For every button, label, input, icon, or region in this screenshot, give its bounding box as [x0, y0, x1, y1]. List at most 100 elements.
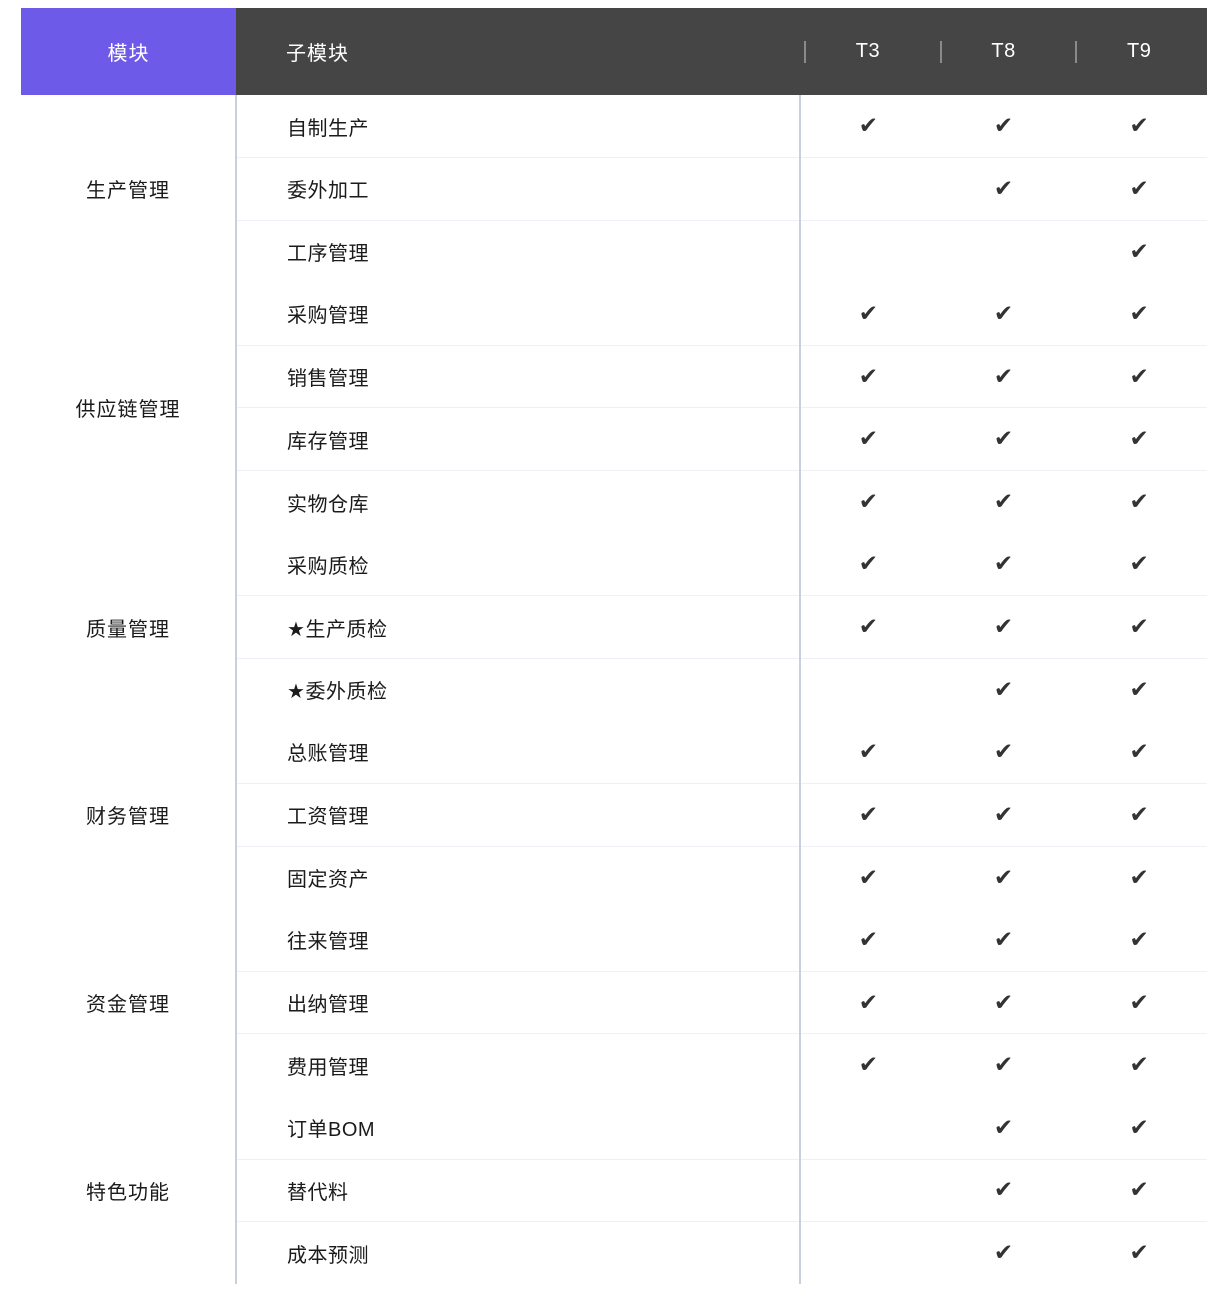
support-cell-t3	[799, 220, 936, 283]
table-row: 特色功能 订单BOM ✔ ✔	[21, 1096, 1207, 1285]
check-icon: ✔	[1129, 1177, 1149, 1204]
support-cell-t9: ✔	[1071, 95, 1207, 159]
support-cell-t3: ✔	[799, 95, 936, 159]
support-cell-t3	[799, 1159, 936, 1223]
support-cell-t3: ✔	[799, 407, 936, 472]
header-divider-icon	[804, 40, 807, 63]
table-row: 供应链管理 采购管理 ✔ ✔ ✔	[21, 282, 1207, 534]
support-cell-t3	[799, 1221, 936, 1285]
support-cell-t9: ✔	[1071, 1159, 1207, 1223]
support-cell-t8: ✔	[936, 658, 1072, 721]
support-cell-t3: ✔	[799, 846, 936, 909]
module-cell: 特色功能	[21, 1096, 238, 1285]
column-header-t3-label: T3	[855, 40, 881, 62]
column-header-t8-label: T8	[991, 40, 1016, 62]
check-icon: ✔	[858, 926, 879, 953]
submodule-cell: 费用管理	[287, 1056, 370, 1079]
support-cell-t8: ✔	[935, 282, 1072, 346]
check-icon: ✔	[1129, 801, 1149, 828]
check-icon: ✔	[858, 614, 879, 641]
support-cell-t3: ✔	[799, 720, 936, 785]
support-cell-t9: ✔	[1071, 533, 1207, 597]
support-cell-t8: ✔	[936, 1034, 1072, 1097]
check-icon: ✔	[1129, 551, 1149, 578]
support-cell-t8: ✔	[935, 1096, 1072, 1160]
support-cell-t9: ✔	[1071, 908, 1207, 972]
support-cell-t8: ✔	[936, 846, 1072, 909]
check-icon: ✔	[993, 1177, 1014, 1204]
check-icon: ✔	[1129, 1240, 1149, 1267]
table-row: 质量管理 采购质检 ✔ ✔ ✔	[21, 533, 1207, 721]
table-body: 生产管理 自制生产 ✔ ✔ ✔ 委外加工 ✔ ✔ 工序管理 ✔ 供应链管理 采购管理 ✔ ✔ ✔ 销售管理 ✔ ✔…	[21, 95, 1207, 1285]
column-header-submodule: 子模块	[236, 8, 801, 95]
support-cell-t9: ✔	[1071, 1034, 1207, 1097]
check-icon: ✔	[1129, 489, 1149, 516]
check-icon: ✔	[993, 175, 1014, 202]
check-icon: ✔	[1129, 426, 1149, 453]
support-cell-t9: ✔	[1071, 783, 1207, 847]
support-cell-t3: ✔	[799, 1033, 936, 1097]
check-icon: ✔	[993, 363, 1014, 390]
check-icon: ✔	[858, 489, 879, 516]
submodule-cell: ★生产质检	[236, 595, 801, 659]
support-cell-t3: ✔	[799, 783, 936, 847]
check-icon: ✔	[993, 926, 1014, 953]
support-cell-t3	[799, 658, 936, 721]
support-cell-t3: ✔	[799, 908, 936, 972]
check-icon: ✔	[1129, 676, 1149, 703]
support-cell-t8: ✔	[935, 908, 1072, 972]
submodule-cell: 往来管理	[236, 908, 801, 972]
module-cell: 生产管理	[21, 95, 238, 283]
support-cell-t8: ✔	[935, 1159, 1072, 1223]
module-cell: 质量管理	[21, 533, 238, 721]
check-icon: ✔	[858, 864, 879, 891]
submodule-cell: 替代料	[236, 1159, 801, 1223]
support-cell-t8: ✔	[935, 783, 1072, 847]
check-icon: ✔	[858, 989, 879, 1016]
column-header-t9: T9	[1071, 8, 1207, 95]
check-icon: ✔	[1129, 864, 1149, 891]
column-header-t3: T3	[800, 8, 936, 95]
submodule-cell: 销售管理	[236, 345, 801, 409]
submodule-cell: 采购质检	[236, 533, 801, 597]
check-icon: ✔	[1129, 175, 1149, 202]
submodule-cell: 总账管理	[236, 720, 801, 785]
check-icon: ✔	[1129, 363, 1149, 390]
support-cell-t9: ✔	[1071, 345, 1207, 409]
check-icon: ✔	[993, 489, 1014, 516]
submodule-cell: 实物仓库	[287, 493, 370, 516]
support-cell-t8: ✔	[936, 471, 1072, 534]
support-cell-t9: ✔	[1071, 595, 1207, 659]
check-icon: ✔	[993, 801, 1014, 828]
support-cell-t8: ✔	[935, 595, 1072, 659]
check-icon: ✔	[993, 989, 1014, 1016]
support-cell-t3	[799, 157, 936, 221]
support-cell-t8: ✔	[935, 533, 1072, 597]
check-icon: ✔	[993, 426, 1014, 453]
support-cell-t9: ✔	[1071, 971, 1207, 1035]
support-cell-t8: ✔	[935, 157, 1072, 221]
check-icon: ✔	[993, 300, 1014, 327]
check-icon: ✔	[993, 614, 1014, 641]
check-icon: ✔	[858, 426, 879, 453]
support-cell-t3: ✔	[799, 345, 936, 409]
check-icon: ✔	[858, 363, 879, 390]
feature-comparison-table: 模块 子模块 T3 T8 T9 生产管理 自制生产 ✔ ✔ ✔ 委外加工 ✔ ✔ 工序管理 ✔ 供应…	[21, 8, 1207, 1285]
check-icon: ✔	[858, 801, 879, 828]
column-header-t8: T8	[935, 8, 1072, 95]
submodule-cell: 工序管理	[287, 243, 370, 266]
support-cell-t3: ✔	[799, 282, 936, 346]
support-cell-t3: ✔	[799, 533, 936, 597]
support-cell-t9: ✔	[1071, 471, 1207, 534]
support-cell-t8: ✔	[935, 345, 1072, 409]
check-icon: ✔	[993, 676, 1014, 703]
support-cell-t3: ✔	[799, 470, 936, 534]
support-cell-t9: ✔	[1071, 407, 1207, 472]
support-cell-t9: ✔	[1071, 282, 1207, 346]
table-header: 模块 子模块 T3 T8 T9	[21, 8, 1207, 95]
submodule-cell: 固定资产	[287, 869, 370, 892]
header-divider-icon	[1075, 40, 1078, 63]
check-icon: ✔	[858, 551, 879, 578]
submodule-cell: 订单BOM	[236, 1096, 801, 1160]
support-cell-t8: ✔	[935, 720, 1072, 785]
